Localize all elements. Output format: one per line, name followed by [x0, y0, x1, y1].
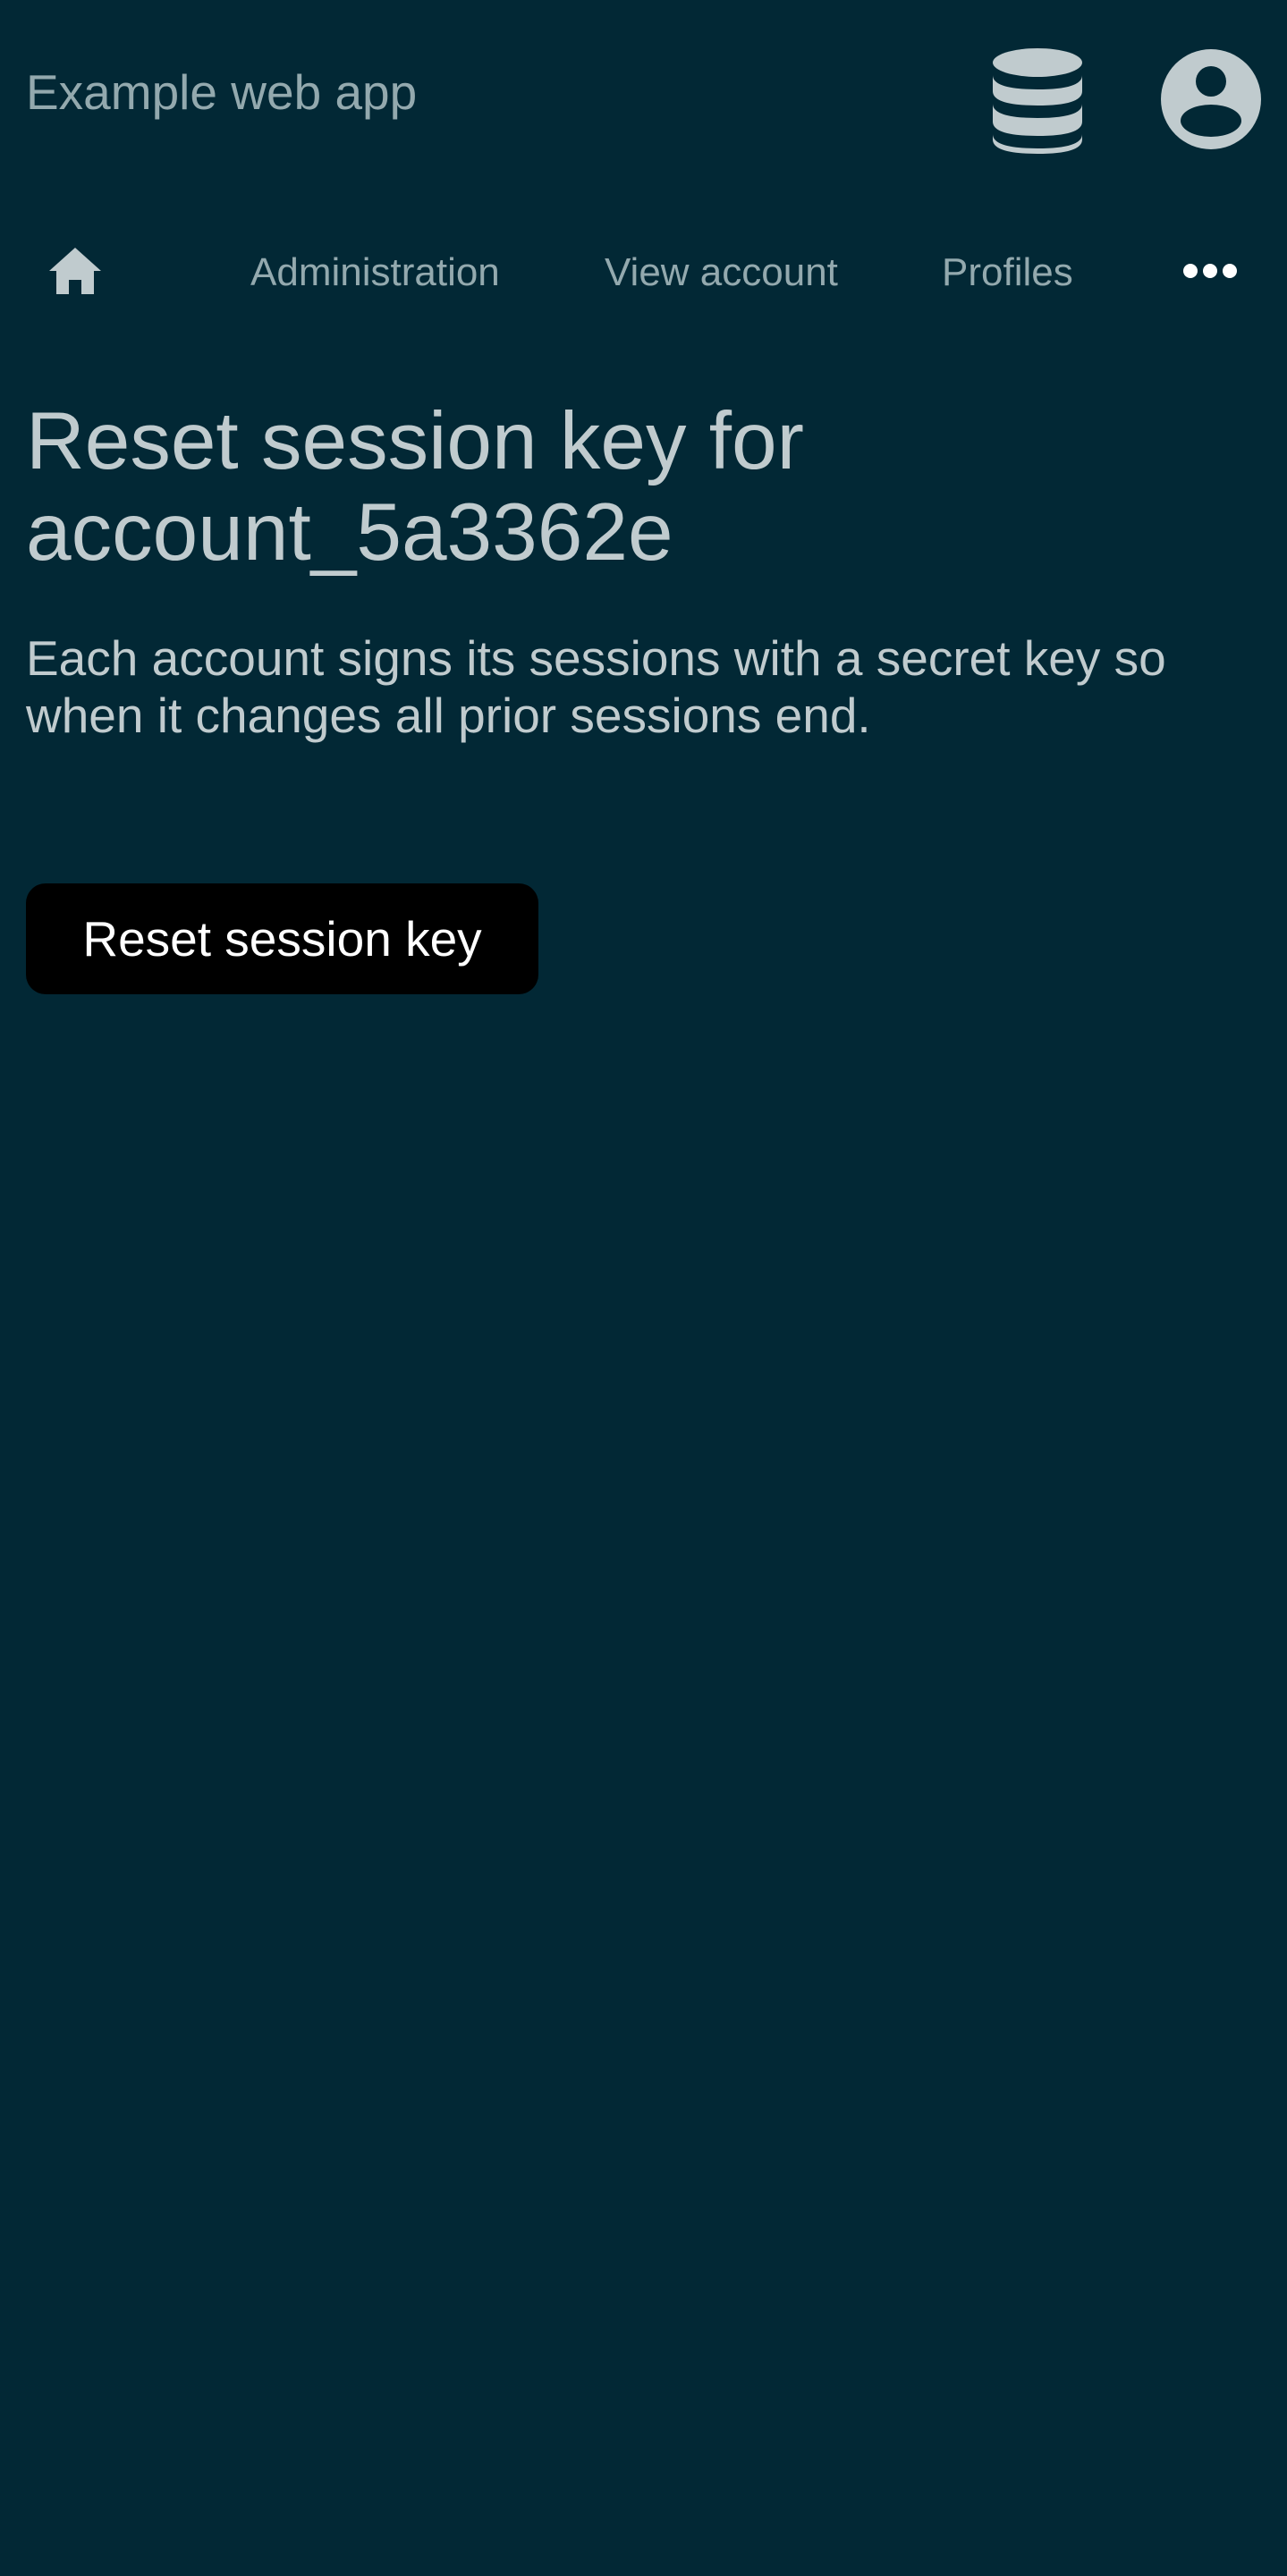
- nav-view-account[interactable]: View account: [605, 253, 838, 292]
- page: Example web app Administration View acco…: [0, 0, 1287, 2576]
- app-title[interactable]: Example web app: [26, 68, 417, 117]
- nav-more-button[interactable]: [1182, 258, 1238, 284]
- nav-profiles[interactable]: Profiles: [942, 253, 1073, 292]
- database-button[interactable]: [988, 46, 1087, 154]
- more-horizontal-icon: [1183, 264, 1237, 278]
- home-icon: [49, 248, 101, 294]
- reset-session-key-button[interactable]: Reset session key: [26, 883, 538, 994]
- page-description: Each account signs its sessions with a s…: [26, 630, 1166, 743]
- account-circle-icon: [1161, 49, 1261, 149]
- database-icon: [993, 48, 1082, 154]
- main-nav: Administration View account Profiles: [0, 228, 1287, 317]
- nav-home[interactable]: [47, 246, 103, 296]
- page-title: Reset session key for account_5a3362e: [26, 396, 804, 578]
- nav-administration[interactable]: Administration: [250, 253, 500, 292]
- account-menu-button[interactable]: [1161, 49, 1261, 149]
- app-header: Example web app: [0, 0, 1287, 192]
